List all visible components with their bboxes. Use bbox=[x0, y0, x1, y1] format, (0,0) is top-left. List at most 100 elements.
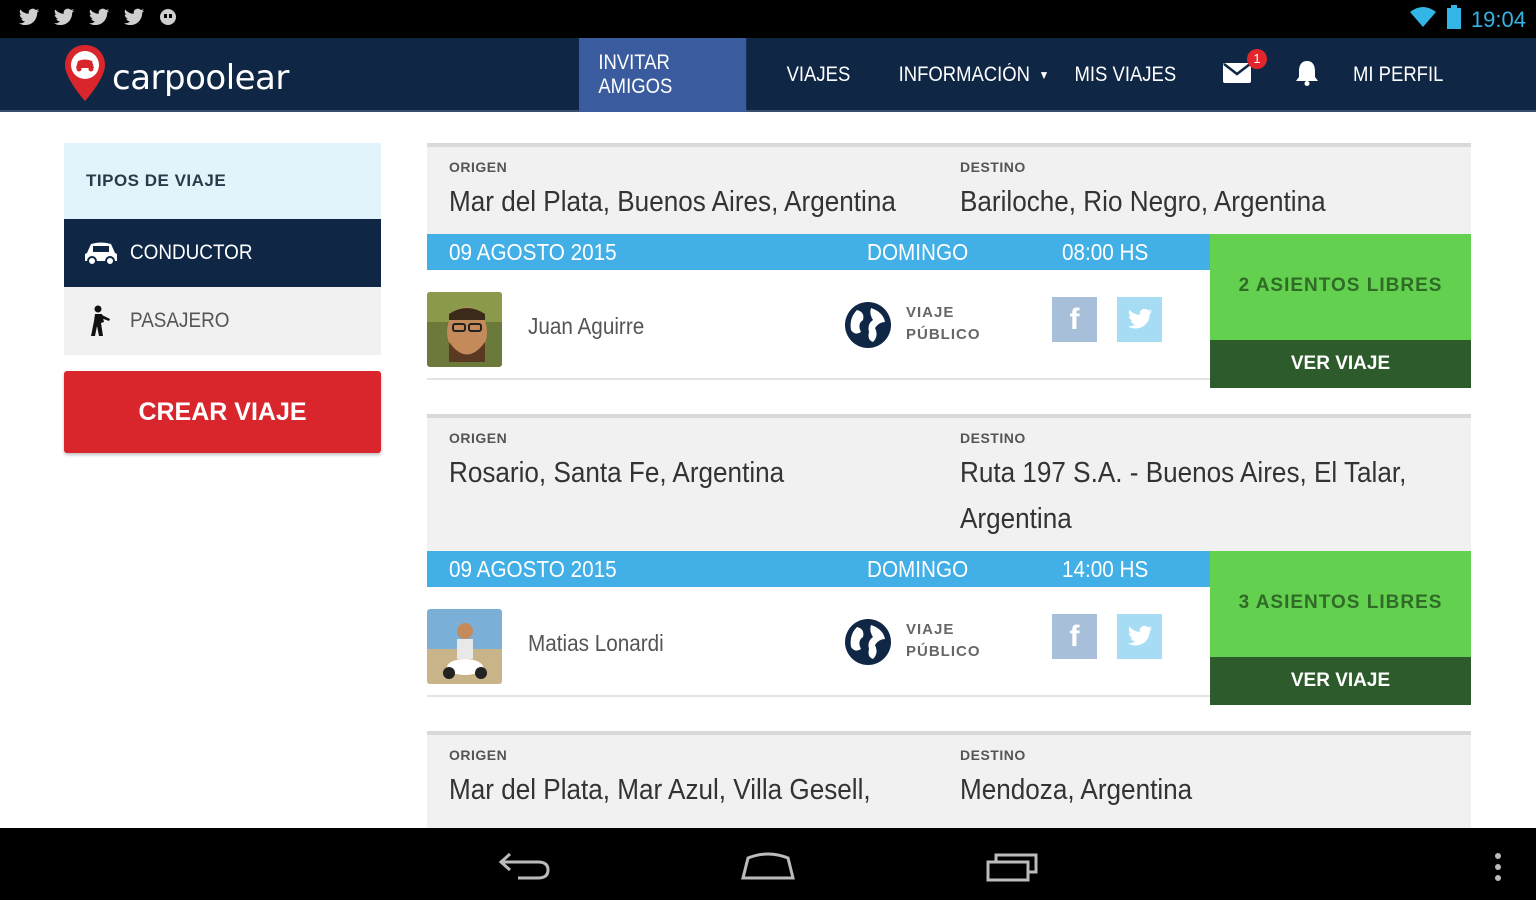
android-navigation-bar bbox=[0, 828, 1536, 900]
avatar[interactable] bbox=[427, 609, 502, 684]
trip-type-sidebar: TIPOS DE VIAJE CONDUCTOR PASAJERO CREAR … bbox=[64, 143, 381, 453]
overflow-menu-icon[interactable] bbox=[1494, 852, 1502, 887]
trip-date-bar: 09 AGOSTO 2015 DOMINGO 08:00 HS bbox=[427, 234, 1210, 270]
recent-apps-icon[interactable] bbox=[986, 850, 1040, 887]
driver-row: Matias Lonardi VIAJE PÚBLICO f bbox=[427, 587, 1210, 697]
trip-day: DOMINGO bbox=[867, 556, 969, 582]
main-nav: INVITAR AMIGOS VIAJES INFORMACIÓN ▼ MIS … bbox=[579, 38, 1473, 112]
nav-informacion-dropdown[interactable]: INFORMACIÓN ▼ bbox=[881, 38, 1050, 112]
nav-label: INFORMACIÓN bbox=[898, 63, 1031, 86]
notifications-button[interactable] bbox=[1289, 38, 1353, 112]
facebook-share-icon[interactable]: f bbox=[1052, 614, 1097, 659]
destination-label: DESTINO bbox=[960, 159, 1026, 175]
nav-label: MIS VIAJES bbox=[1074, 63, 1177, 86]
clock: 19:04 bbox=[1470, 6, 1526, 32]
destination-label: DESTINO bbox=[960, 430, 1026, 446]
nav-label: MI PERFIL bbox=[1353, 63, 1444, 86]
origin-block: ORIGEN Mar del Plata, Mar Azul, Villa Ge… bbox=[449, 747, 929, 813]
twitter-icon bbox=[123, 8, 145, 28]
origin-value: Mar del Plata, Mar Azul, Villa Gesell, bbox=[449, 774, 871, 806]
hitchhiker-icon bbox=[84, 305, 118, 336]
origin-label: ORIGEN bbox=[449, 159, 508, 175]
status-bar: 19:04 bbox=[0, 0, 1536, 38]
car-icon bbox=[84, 238, 118, 268]
twitter-icon bbox=[88, 8, 110, 28]
chevron-down-icon: ▼ bbox=[1038, 68, 1050, 82]
destination-block: DESTINO Ruta 197 S.A. - Buenos Aires, El… bbox=[960, 430, 1440, 542]
sidebar-item-label: PASAJERO bbox=[130, 309, 230, 332]
create-trip-button[interactable]: CREAR VIAJE bbox=[64, 371, 381, 453]
facebook-share-icon[interactable]: f bbox=[1052, 297, 1097, 342]
free-seats: 2 ASIENTOS LIBRES bbox=[1210, 234, 1471, 340]
origin-value: Rosario, Santa Fe, Argentina bbox=[449, 457, 785, 489]
bell-icon bbox=[1295, 60, 1319, 91]
trip-date: 09 AGOSTO 2015 bbox=[449, 556, 617, 582]
brand-logo[interactable]: carpoolear bbox=[64, 44, 289, 107]
origin-value: Mar del Plata, Buenos Aires, Argentina bbox=[449, 186, 896, 218]
wifi-icon bbox=[1409, 6, 1437, 33]
driver-name[interactable]: Matias Lonardi bbox=[528, 630, 664, 657]
driver-name[interactable]: Juan Aguirre bbox=[528, 313, 644, 340]
brand-name: carpoolear bbox=[112, 57, 289, 98]
nav-mis-viajes[interactable]: MIS VIAJES bbox=[1071, 38, 1203, 112]
trip-route: ORIGEN Rosario, Santa Fe, Argentina DEST… bbox=[427, 414, 1471, 551]
driver-row: Juan Aguirre VIAJE PÚBLICO f bbox=[427, 270, 1210, 380]
mail-icon: 1 bbox=[1223, 48, 1267, 88]
sidebar-item-conductor[interactable]: CONDUCTOR bbox=[64, 219, 381, 287]
hangouts-icon bbox=[158, 8, 180, 28]
origin-label: ORIGEN bbox=[449, 430, 508, 446]
messages-button[interactable]: 1 bbox=[1221, 38, 1289, 112]
free-seats: 3 ASIENTOS LIBRES bbox=[1210, 551, 1471, 657]
trip-details: 09 AGOSTO 2015 DOMINGO 08:00 HS Juan Agu… bbox=[427, 234, 1471, 388]
globe-icon bbox=[843, 300, 893, 350]
nav-viajes[interactable]: VIAJES bbox=[769, 38, 868, 112]
back-icon[interactable] bbox=[498, 850, 552, 885]
origin-block: ORIGEN Rosario, Santa Fe, Argentina bbox=[449, 430, 929, 496]
destination-value: Ruta 197 S.A. - Buenos Aires, El Talar, … bbox=[960, 457, 1407, 535]
trip-visibility: VIAJE PÚBLICO bbox=[906, 619, 981, 663]
visibility-line: PÚBLICO bbox=[906, 326, 981, 343]
nav-mi-perfil[interactable]: MI PERFIL bbox=[1353, 38, 1459, 112]
trip-day: DOMINGO bbox=[867, 239, 969, 265]
nav-invitar-amigos[interactable]: INVITAR AMIGOS bbox=[579, 38, 747, 112]
origin-block: ORIGEN Mar del Plata, Buenos Aires, Arge… bbox=[449, 159, 929, 225]
trip-time: 08:00 HS bbox=[1062, 239, 1149, 265]
nav-label: INVITAR AMIGOS bbox=[598, 51, 673, 98]
sidebar-item-label: CONDUCTOR bbox=[130, 241, 253, 264]
map-pin-logo-icon bbox=[64, 44, 106, 107]
twitter-share-icon[interactable] bbox=[1117, 614, 1162, 659]
destination-value: Mendoza, Argentina bbox=[960, 774, 1193, 806]
trip-date: 09 AGOSTO 2015 bbox=[449, 239, 617, 265]
twitter-share-icon[interactable] bbox=[1117, 297, 1162, 342]
visibility-line: VIAJE bbox=[906, 304, 955, 321]
trip-card: ORIGEN Rosario, Santa Fe, Argentina DEST… bbox=[427, 414, 1471, 705]
destination-block: DESTINO Bariloche, Rio Negro, Argentina bbox=[960, 159, 1440, 225]
battery-icon bbox=[1446, 5, 1461, 34]
trip-card: ORIGEN Mar del Plata, Buenos Aires, Arge… bbox=[427, 143, 1471, 388]
home-icon[interactable] bbox=[740, 852, 796, 885]
trip-date-bar: 09 AGOSTO 2015 DOMINGO 14:00 HS bbox=[427, 551, 1210, 587]
destination-block: DESTINO Mendoza, Argentina bbox=[960, 747, 1440, 813]
twitter-icon bbox=[53, 8, 75, 28]
avatar[interactable] bbox=[427, 292, 502, 367]
system-icons: 19:04 bbox=[1409, 5, 1526, 34]
view-trip-button[interactable]: VER VIAJE bbox=[1210, 657, 1471, 705]
twitter-icon bbox=[18, 8, 40, 28]
origin-label: ORIGEN bbox=[449, 747, 508, 763]
notification-icons bbox=[18, 8, 180, 28]
destination-label: DESTINO bbox=[960, 747, 1026, 763]
trip-list: ORIGEN Mar del Plata, Buenos Aires, Arge… bbox=[427, 143, 1471, 881]
trip-visibility: VIAJE PÚBLICO bbox=[906, 302, 981, 346]
globe-icon bbox=[843, 617, 893, 667]
destination-value: Bariloche, Rio Negro, Argentina bbox=[960, 186, 1326, 218]
sidebar-header: TIPOS DE VIAJE bbox=[64, 143, 381, 219]
view-trip-button[interactable]: VER VIAJE bbox=[1210, 340, 1471, 388]
visibility-line: PÚBLICO bbox=[906, 643, 981, 660]
nav-label: VIAJES bbox=[786, 63, 851, 86]
unread-badge: 1 bbox=[1247, 48, 1267, 69]
trip-time: 14:00 HS bbox=[1062, 556, 1149, 582]
top-navbar: carpoolear INVITAR AMIGOS VIAJES INFORMA… bbox=[0, 38, 1536, 112]
sidebar-item-pasajero[interactable]: PASAJERO bbox=[64, 287, 381, 355]
trip-route: ORIGEN Mar del Plata, Buenos Aires, Arge… bbox=[427, 143, 1471, 234]
visibility-line: VIAJE bbox=[906, 621, 955, 638]
